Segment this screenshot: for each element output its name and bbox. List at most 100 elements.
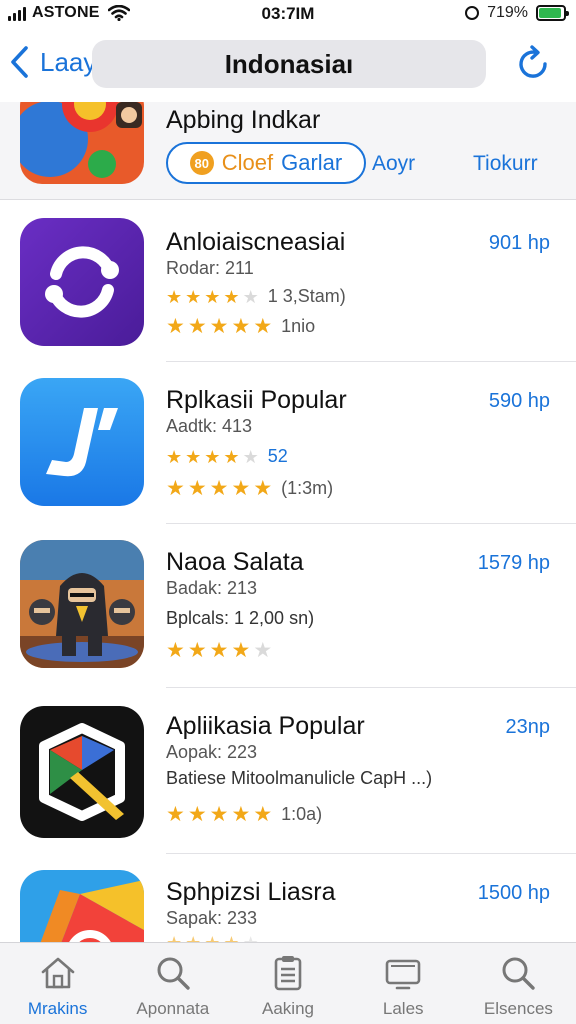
rating-count: 52	[267, 446, 288, 466]
star-icon: ★	[231, 639, 251, 662]
rating-count: (1:3m)	[281, 478, 334, 498]
navigation-bar: Laay Indonasiaı	[0, 30, 576, 102]
star-icon: ★	[243, 934, 259, 942]
featured-get-button[interactable]: 80 Cloef Garlar	[166, 142, 366, 184]
app-name: Apliikasia Popular	[166, 712, 365, 740]
rating-stars: ★ ★ ★ ★ ★ 1nio	[166, 316, 315, 337]
star-icon: ★	[209, 315, 229, 338]
star-icon: ★	[187, 477, 207, 500]
list-item[interactable]: Anloiaiscneasiai Rodar: 211 ★ ★ ★ ★ ★ 1 3,Sta…	[0, 200, 576, 362]
star-icon: ★	[209, 477, 229, 500]
star-icon: ★	[187, 315, 207, 338]
star-icon: ★	[187, 639, 207, 662]
star-icon: ★	[253, 803, 273, 826]
display-icon	[385, 959, 421, 990]
tab-label: Aponnata	[136, 999, 210, 1018]
star-icon: ★	[166, 934, 182, 942]
featured-link-1[interactable]: Aoyr	[372, 152, 415, 176]
list-item[interactable]: Naoa Salata Badak: 213 Bplcals: 1 2,00 s…	[0, 524, 576, 688]
tab-2[interactable]: Aaking	[230, 943, 345, 1024]
tab-label: Elsences	[483, 999, 553, 1018]
featured-app-icon	[20, 102, 144, 184]
app-subtitle: Aopak: 223	[166, 742, 258, 762]
featured-app-row[interactable]: Apbing Indkar 80 Cloef Garlar Aoyr Tioku…	[0, 102, 576, 200]
tab-label: Lales	[382, 999, 424, 1018]
price-button[interactable]: 1500 hp	[478, 882, 550, 905]
back-label: Laay	[40, 46, 97, 77]
search-icon	[502, 957, 536, 990]
clipboard-icon	[274, 956, 302, 991]
tab-bar: Mrakins Aponnata Aaking Lales Elsences	[0, 942, 576, 1024]
tab-4[interactable]: Elsences	[461, 943, 576, 1024]
status-bar: ASTONE 03:7IM 719%	[0, 0, 576, 30]
chevron-left-icon	[11, 46, 28, 78]
star-icon: ★	[253, 639, 273, 662]
star-icon: ★	[223, 286, 240, 307]
app-description: Bplcals: 1 2,00 sn)	[166, 608, 315, 628]
star-icon: ★	[242, 286, 259, 307]
back-button[interactable]: Laay	[8, 44, 96, 80]
star-icon: ★	[185, 446, 202, 467]
star-icon: ★	[166, 639, 185, 662]
featured-link-2[interactable]: Tiokurr	[473, 152, 538, 176]
price-button[interactable]: 23np	[506, 716, 551, 739]
purple-circular-arrows-icon	[20, 218, 144, 346]
tab-1[interactable]: Aponnata	[115, 943, 230, 1024]
list-item[interactable]: Rplkasii Popular Aadtk: 413 ★ ★ ★ ★ ★ 52 ★ ★ ★ ★…	[0, 362, 576, 524]
tab-label: Aaking	[262, 999, 314, 1018]
rating-stars: ★★★★★	[166, 934, 268, 942]
refresh-icon[interactable]	[512, 42, 554, 84]
star-icon: ★	[204, 286, 221, 307]
tab-label: Mrakins	[27, 999, 88, 1018]
badge-icon: 80	[189, 151, 214, 175]
price-button[interactable]: 590 hp	[489, 390, 550, 413]
star-icon: ★	[209, 803, 229, 826]
star-icon: ★	[204, 446, 221, 467]
star-icon: ★	[187, 803, 207, 826]
app-name: Anloiaiscneasiai	[166, 228, 346, 256]
app-subtitle: Sapak: 233	[166, 908, 258, 928]
app-subtitle: Rodar: 211	[166, 258, 254, 278]
app-description: Batiese Mitoolmanulicle CapH ...)	[166, 768, 433, 788]
list-item[interactable]: Sphpizsi Liasra Sapak: 233 ★★★★★ 1500 hp	[0, 854, 576, 942]
featured-button-label-a: Cloef	[221, 150, 274, 175]
app-subtitle: Badak: 213	[166, 578, 258, 598]
star-icon: ★	[223, 934, 239, 942]
featured-app-name: Apbing Indkar	[166, 106, 321, 134]
price-button[interactable]: 901 hp	[489, 232, 550, 255]
orientation-lock-icon	[465, 6, 480, 20]
geometric-m-logo-icon	[20, 706, 144, 838]
star-icon: ★	[185, 286, 202, 307]
star-icon: ★	[166, 477, 185, 500]
star-icon: ★	[166, 286, 183, 307]
rating-stars: ★ ★ ★ ★ ★ 1:0a)	[166, 804, 322, 825]
status-right: 719%	[465, 4, 569, 22]
tab-3[interactable]: Lales	[346, 943, 461, 1024]
page-title: Indonasiaı	[92, 40, 486, 88]
app-name: Rplkasii Popular	[166, 386, 347, 414]
star-icon: ★	[166, 803, 185, 826]
rating-stars: ★★★★★	[166, 640, 281, 661]
app-subtitle: Aadtk: 413	[166, 416, 253, 436]
list-item[interactable]: Apliikasia Popular Aopak: 223 Batiese Mi…	[0, 688, 576, 854]
star-icon: ★	[231, 315, 251, 338]
search-icon	[157, 957, 190, 990]
tab-0[interactable]: Mrakins	[0, 943, 115, 1024]
rating-count: 1nio	[281, 316, 316, 336]
rating-stars: ★ ★ ★ ★ ★ 1 3,Stam)	[166, 286, 346, 307]
battery-fill	[539, 8, 561, 18]
blue-j-logo-icon	[20, 378, 144, 506]
price-button[interactable]: 1579 hp	[478, 552, 550, 575]
star-icon: ★	[166, 446, 183, 467]
star-icon: ★	[204, 934, 220, 942]
app-name: Naoa Salata	[166, 548, 304, 576]
featured-button-label-b: Garlar	[281, 150, 343, 175]
ninja-game-icon	[20, 540, 144, 668]
star-icon: ★	[223, 446, 240, 467]
home-icon	[41, 957, 74, 989]
star-icon: ★	[242, 446, 259, 467]
star-icon: ★	[166, 315, 185, 338]
star-icon: ★	[253, 315, 273, 338]
battery-percent: 719%	[487, 4, 528, 21]
app-list: Anloiaiscneasiai Rodar: 211 ★ ★ ★ ★ ★ 1 3,Sta…	[0, 200, 576, 942]
